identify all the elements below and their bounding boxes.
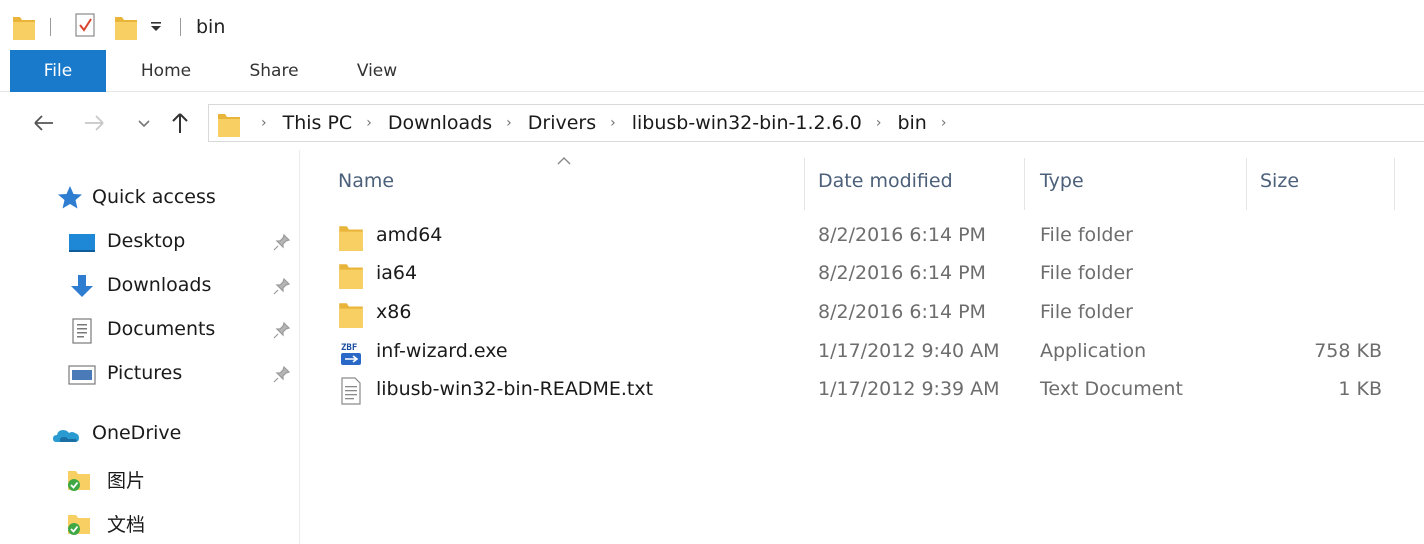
sidebar-item-label: OneDrive xyxy=(92,422,182,444)
up-arrow-icon[interactable] xyxy=(168,110,192,136)
file-type: Application xyxy=(1040,340,1147,362)
file-name: amd64 xyxy=(376,224,443,246)
sort-ascending-icon[interactable] xyxy=(556,156,572,166)
file-type: File folder xyxy=(1040,224,1133,246)
file-name: libusb-win32-bin-README.txt xyxy=(376,378,654,400)
file-date: 8/2/2016 6:14 PM xyxy=(818,262,986,284)
pin-icon[interactable] xyxy=(272,364,292,384)
window-title: bin xyxy=(196,16,226,38)
sidebar-item-onedrive[interactable]: OneDrive xyxy=(0,414,300,454)
sidebar-item-desktop[interactable]: Desktop xyxy=(0,222,300,262)
column-header-type[interactable]: Type xyxy=(1040,170,1084,192)
ribbon-tabs: File Home Share View xyxy=(0,50,1424,92)
address-bar[interactable]: › This PC › Downloads › Drivers › libusb… xyxy=(208,104,1424,142)
download-icon xyxy=(71,275,93,297)
file-type: File folder xyxy=(1040,262,1133,284)
sidebar-item-label: Quick access xyxy=(92,186,216,208)
sidebar-item-downloads[interactable]: Downloads xyxy=(0,266,300,306)
pin-icon[interactable] xyxy=(272,320,292,340)
column-header-size[interactable]: Size xyxy=(1260,170,1299,192)
breadcrumb-separator[interactable]: › xyxy=(610,115,616,131)
file-date: 8/2/2016 6:14 PM xyxy=(818,224,986,246)
qat-separator xyxy=(180,18,181,36)
properties-check-icon[interactable] xyxy=(75,13,95,37)
tab-view[interactable]: View xyxy=(340,50,414,92)
file-size: 1 KB xyxy=(1338,378,1382,400)
file-date: 1/17/2012 9:40 AM xyxy=(818,340,1000,362)
sidebar-item-label: Pictures xyxy=(107,362,183,384)
sidebar-item-pictures-cn[interactable]: 图片 xyxy=(0,458,300,498)
file-name: ia64 xyxy=(376,262,418,284)
navigation-pane: Quick access Desktop Downloads Documents xyxy=(0,150,300,544)
breadcrumb-libusb[interactable]: libusb-win32-bin-1.2.6.0 xyxy=(630,112,864,134)
customize-dropdown-icon[interactable] xyxy=(149,16,163,36)
table-row[interactable]: ia64 8/2/2016 6:14 PM File folder xyxy=(334,256,1404,294)
navigation-bar: › This PC › Downloads › Drivers › libusb… xyxy=(0,100,1424,146)
column-divider[interactable] xyxy=(1246,158,1247,210)
sidebar-item-label: Desktop xyxy=(107,230,186,252)
svg-text:ZBF: ZBF xyxy=(341,343,357,353)
breadcrumb-downloads[interactable]: Downloads xyxy=(386,112,494,134)
folder-icon xyxy=(13,17,35,40)
folder-icon xyxy=(339,303,363,328)
sidebar-item-label: 图片 xyxy=(107,470,146,492)
sidebar-item-quick-access[interactable]: Quick access xyxy=(0,178,300,218)
tab-file[interactable]: File xyxy=(10,50,106,92)
sidebar-item-label: Downloads xyxy=(107,274,212,296)
folder-icon xyxy=(218,114,240,137)
table-row[interactable]: libusb-win32-bin-README.txt 1/17/2012 9:… xyxy=(334,372,1404,410)
title-bar: bin xyxy=(0,0,1424,50)
desktop-icon xyxy=(69,234,95,252)
sidebar-item-label: Documents xyxy=(107,318,216,340)
chevron-down-icon[interactable] xyxy=(135,110,153,136)
table-row[interactable]: ZBF inf-wizard.exe 1/17/2012 9:40 AM App… xyxy=(334,334,1404,372)
application-exe-icon: ZBF xyxy=(340,342,362,365)
file-name: x86 xyxy=(376,301,412,323)
pin-icon[interactable] xyxy=(272,276,292,296)
breadcrumb-separator[interactable]: › xyxy=(876,115,882,131)
column-divider[interactable] xyxy=(1024,158,1025,210)
sidebar-item-documents[interactable]: Documents xyxy=(0,310,300,350)
breadcrumb-separator[interactable]: › xyxy=(261,115,267,131)
qat-separator xyxy=(50,18,51,36)
tab-share[interactable]: Share xyxy=(230,50,318,92)
star-icon xyxy=(58,186,82,209)
file-date: 1/17/2012 9:39 AM xyxy=(818,378,1000,400)
sidebar-item-pictures[interactable]: Pictures xyxy=(0,354,300,394)
sidebar-item-label: 文档 xyxy=(107,514,146,536)
onedrive-icon xyxy=(53,430,79,442)
pin-icon[interactable] xyxy=(272,232,292,252)
documents-icon xyxy=(72,318,92,344)
back-arrow-icon[interactable] xyxy=(32,110,56,136)
table-row[interactable]: x86 8/2/2016 6:14 PM File folder xyxy=(334,295,1404,333)
breadcrumb-separator[interactable]: › xyxy=(941,115,947,131)
forward-arrow-icon[interactable] xyxy=(82,110,106,136)
file-date: 8/2/2016 6:14 PM xyxy=(818,301,986,323)
sidebar-item-documents-cn[interactable]: 文档 xyxy=(0,502,300,542)
breadcrumb-bin[interactable]: bin xyxy=(895,112,928,134)
column-header-name[interactable]: Name xyxy=(338,170,394,192)
file-list: Name Date modified Type Size amd64 8/2/2… xyxy=(302,150,1424,544)
breadcrumb-drivers[interactable]: Drivers xyxy=(526,112,598,134)
folder-icon xyxy=(339,264,363,289)
text-document-icon xyxy=(341,377,361,405)
pictures-icon xyxy=(68,365,96,385)
breadcrumb-separator[interactable]: › xyxy=(506,115,512,131)
file-type: Text Document xyxy=(1040,378,1183,400)
file-name: inf-wizard.exe xyxy=(376,340,508,362)
breadcrumb-this-pc[interactable]: This PC xyxy=(281,112,355,134)
column-divider[interactable] xyxy=(1394,158,1395,210)
column-header-date[interactable]: Date modified xyxy=(818,170,953,192)
breadcrumb: › This PC › Downloads › Drivers › libusb… xyxy=(249,105,960,141)
table-row[interactable]: amd64 8/2/2016 6:14 PM File folder xyxy=(334,218,1404,256)
file-size: 758 KB xyxy=(1314,340,1382,362)
new-folder-icon[interactable] xyxy=(114,12,138,42)
breadcrumb-separator[interactable]: › xyxy=(366,115,372,131)
folder-icon xyxy=(339,226,363,251)
column-divider[interactable] xyxy=(804,158,805,210)
tab-home[interactable]: Home xyxy=(120,50,212,92)
file-type: File folder xyxy=(1040,301,1133,323)
synced-folder-icon xyxy=(68,515,90,535)
synced-folder-icon xyxy=(68,471,90,491)
